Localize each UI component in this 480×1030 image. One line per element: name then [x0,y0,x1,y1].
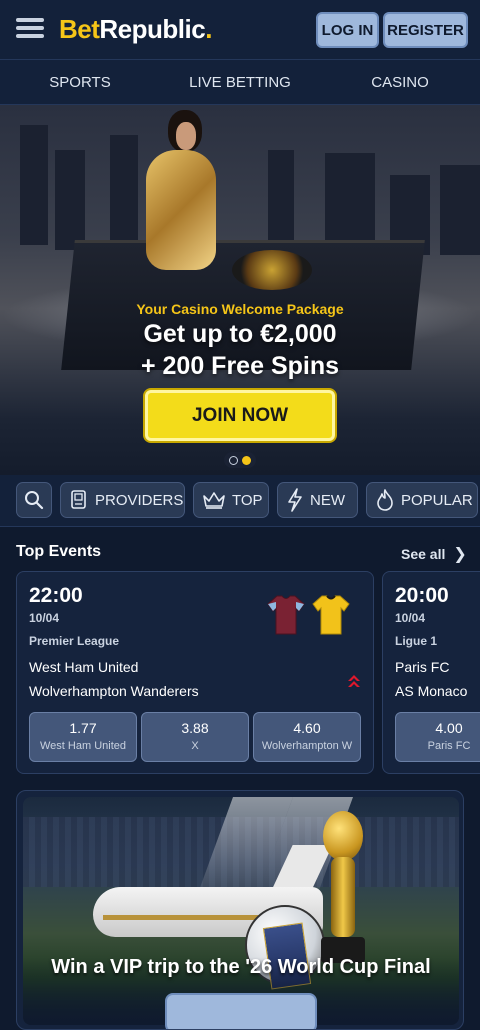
filter-providers-label: PROVIDERS [95,491,184,509]
nav-casino[interactable]: CASINO [320,60,480,104]
join-now-button[interactable]: JOIN NOW [145,390,335,441]
event-league: Ligue 1 [395,634,438,648]
nav-sports[interactable]: SPORTS [0,60,160,104]
skyline-building [440,165,480,255]
filter-providers[interactable]: PROVIDERS [60,482,185,518]
hero-headline-2: + 200 Free Spins [140,352,340,380]
event-away-team: AS Monaco [395,683,468,699]
logo-republic: Republic [99,14,206,44]
odds-button-home[interactable]: 1.77 West Ham United [29,712,137,762]
top-events-title: Top Events [16,543,102,560]
event-home-team: Paris FC [395,659,450,675]
top-bar: BetRepublic. LOG IN REGISTER [0,0,480,60]
home-shirt-icon [267,595,305,635]
filter-top-label: TOP [232,491,263,509]
carousel-dot-active[interactable] [242,455,251,465]
event-time: 20:00 [395,584,449,607]
trending-icon [348,675,360,687]
carousel-dots [224,452,256,468]
crown-icon [203,492,225,509]
logo[interactable]: BetRepublic. [59,14,212,45]
odds-label: X [191,740,199,752]
nav-live-betting[interactable]: LIVE BETTING [160,60,320,104]
filter-new-label: NEW [310,491,345,509]
hero-banner[interactable]: Your Casino Welcome Package Get up to €2… [0,105,480,475]
event-date: 10/04 [395,611,426,625]
logo-bet: Bet [59,14,100,44]
promo-button[interactable] [165,993,317,1029]
trophy-stem [331,857,355,937]
logo-dot: . [205,14,212,44]
odds-value: 4.00 [435,720,463,736]
see-all-label: See all [401,546,446,562]
odds-value: 4.60 [293,720,321,736]
skyline-building [325,153,375,253]
login-button[interactable]: LOG IN [316,12,379,48]
filter-popular[interactable]: POPULAR [366,482,478,518]
filter-top[interactable]: TOP [193,482,269,518]
away-shirt-icon [312,595,350,635]
event-card[interactable]: 20:00 10/04 Ligue 1 Paris FC AS Monaco 4… [382,571,480,774]
odds-label: Wolverhampton W [261,740,353,752]
providers-icon [71,490,86,509]
hero-model [128,110,228,280]
event-league: Premier League [29,634,120,648]
menu-icon[interactable] [16,18,44,42]
event-card[interactable]: 22:00 10/04 Premier League West Ham Unit… [16,571,374,774]
odds-button-home[interactable]: 4.00 Paris FC [395,712,480,762]
trophy-icon [323,811,363,861]
main-nav: SPORTS LIVE BETTING CASINO [0,60,480,105]
promo-image [23,797,459,1025]
carousel-dot[interactable] [229,455,238,465]
event-home-team: West Ham United [29,659,139,675]
chevron-right-icon: ❯ [453,546,467,563]
odds-value: 3.88 [181,720,209,736]
lightning-icon [288,488,302,512]
skyline-building [55,150,85,250]
skyline-building [268,150,294,240]
odds-label: Paris FC [427,740,471,752]
filter-new[interactable]: NEW [277,482,358,518]
odds-button-draw[interactable]: 3.88 X [141,712,249,762]
odds-label: West Ham United [40,740,126,752]
odds-value: 1.77 [69,720,97,736]
roulette-wheel [232,250,312,290]
skyline-building [20,125,48,245]
casino-filters: PROVIDERS TOP NEW POPULAR [0,475,480,527]
promo-title: Win a VIP trip to the '26 World Cup Fina… [51,956,431,978]
hero-headline-1: Get up to €2,000 [143,320,337,348]
event-date: 10/04 [29,611,60,625]
odds-button-away[interactable]: 4.60 Wolverhampton W [253,712,361,762]
search-button[interactable] [16,482,52,518]
event-time: 22:00 [29,584,83,607]
register-button[interactable]: REGISTER [383,12,468,48]
filter-popular-label: POPULAR [401,491,473,509]
event-away-team: Wolverhampton Wanderers [29,683,199,699]
see-all-link[interactable]: See all ❯ [401,544,467,564]
hero-tagline: Your Casino Welcome Package [136,301,344,317]
flame-icon [377,489,393,511]
search-icon [25,491,44,510]
promo-card[interactable]: Win a VIP trip to the '26 World Cup Fina… [16,790,464,1030]
